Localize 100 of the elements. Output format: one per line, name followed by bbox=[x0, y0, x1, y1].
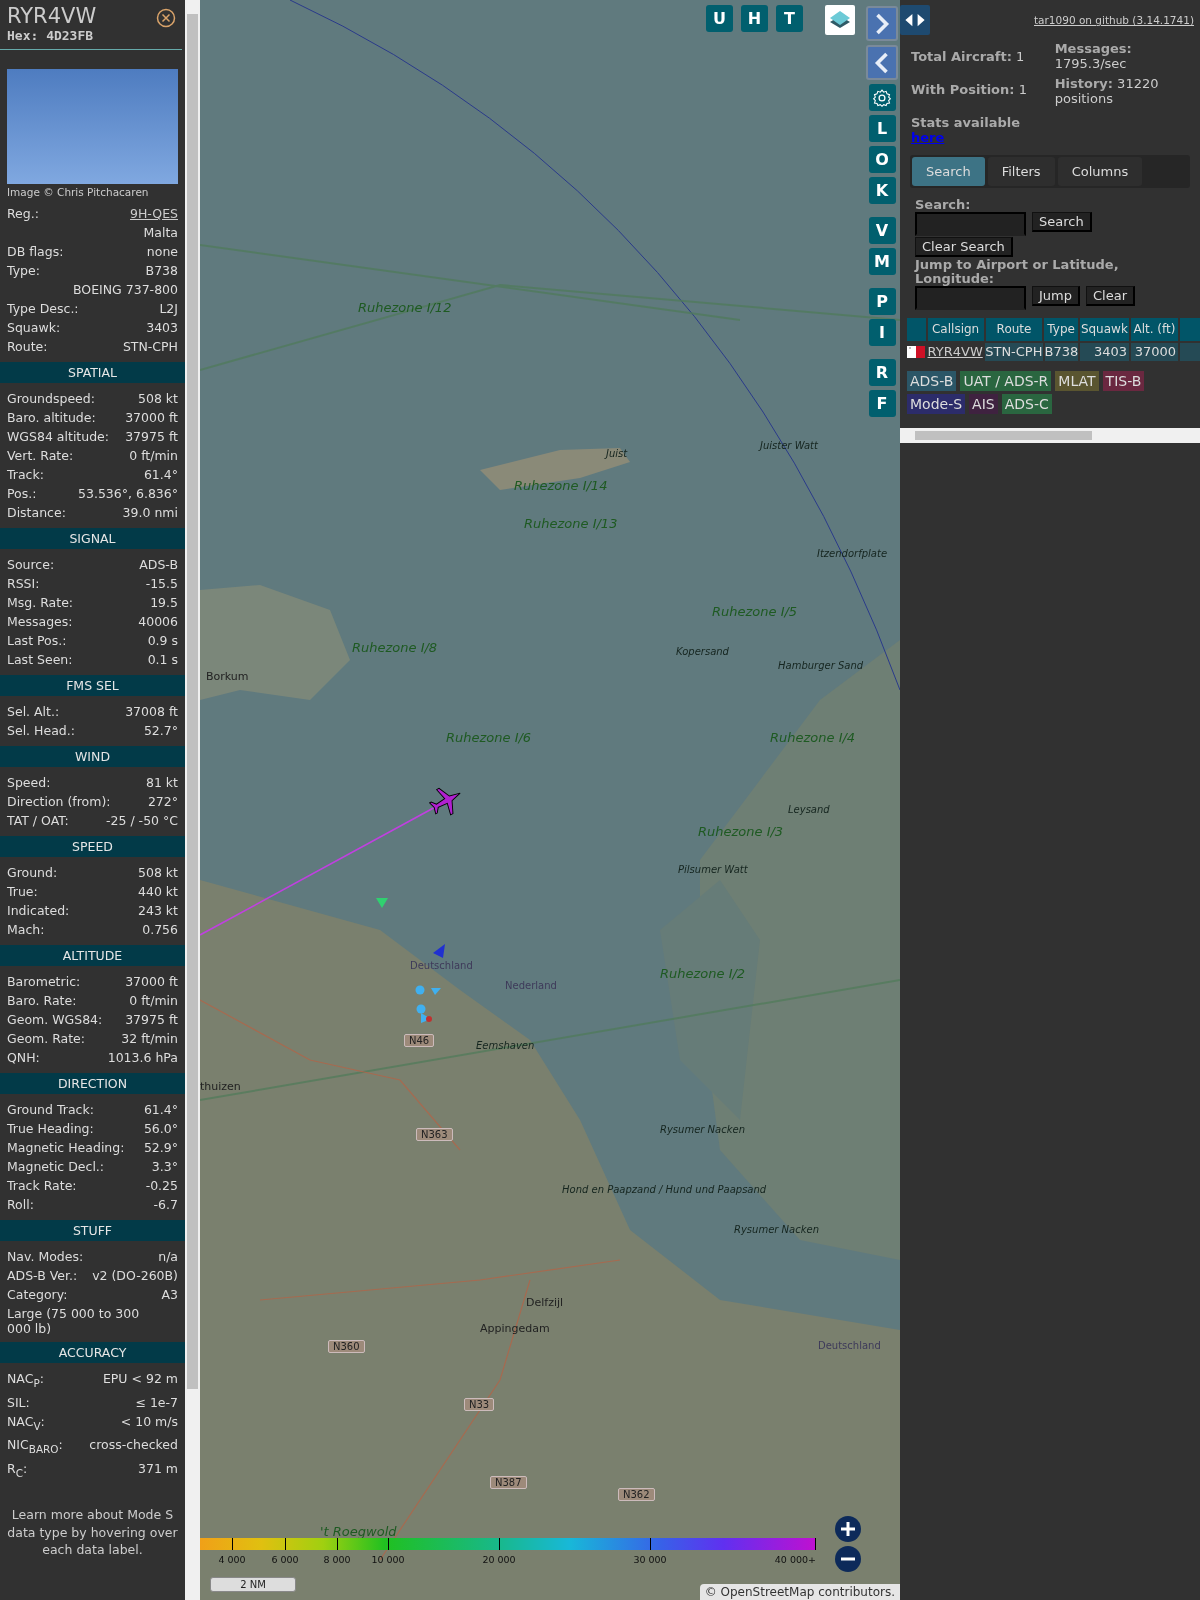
search-field[interactable] bbox=[915, 212, 1026, 236]
map-toggle-button[interactable]: R bbox=[868, 359, 896, 386]
field-value: ≤ 1e-7 bbox=[135, 1393, 178, 1412]
source-legend-tag: ADS-C bbox=[1001, 394, 1052, 414]
map-toggle-button[interactable]: T bbox=[776, 5, 803, 32]
vessel-markers-drawing[interactable] bbox=[415, 985, 441, 1025]
chevron-left-icon bbox=[873, 51, 891, 74]
map-toggle-button[interactable]: F bbox=[868, 390, 896, 417]
field-value: ADS-B bbox=[139, 556, 178, 574]
settings-icon bbox=[872, 87, 892, 108]
road-shield: N362 bbox=[618, 1488, 655, 1501]
clear-button[interactable]: Clear bbox=[1086, 286, 1135, 306]
road-shield: N33 bbox=[464, 1398, 495, 1411]
search-button[interactable]: Search bbox=[1032, 212, 1092, 232]
road-shield: N387 bbox=[490, 1476, 527, 1489]
triangle-marker-icon[interactable] bbox=[376, 897, 388, 909]
place-label: Juister Watt bbox=[760, 440, 818, 451]
map-toggle-button[interactable]: V bbox=[868, 217, 896, 244]
callsign-link[interactable]: RYR4VW bbox=[927, 344, 983, 359]
field-label: Sel. Head.: bbox=[7, 722, 75, 740]
field-label: Magnetic Heading: bbox=[7, 1139, 125, 1157]
tab[interactable]: Search bbox=[912, 157, 985, 186]
registration-link[interactable]: 9H-QES bbox=[130, 204, 178, 223]
scale-tick-label: 30 000 bbox=[633, 1554, 667, 1565]
zone-label: Ruhezone I/5 bbox=[712, 604, 798, 619]
column-header[interactable]: Route bbox=[985, 318, 1043, 341]
field-value: 272° bbox=[147, 793, 178, 811]
layers-button[interactable] bbox=[825, 5, 855, 35]
photo-credit: Image © Chris Pitchacaren bbox=[6, 185, 150, 198]
map-toggle-button[interactable]: U bbox=[706, 5, 733, 32]
source-legend-tag: ADS-B bbox=[907, 371, 957, 391]
github-link[interactable]: tar1090 on github (3.14.1741) bbox=[1034, 14, 1194, 26]
field-value: 243 kt bbox=[138, 902, 178, 920]
field-value: 37975 ft bbox=[125, 428, 178, 446]
map-toggle-button[interactable]: K bbox=[868, 177, 896, 204]
horizontal-scrollbar[interactable] bbox=[900, 428, 1200, 443]
toggle-panel-button[interactable] bbox=[900, 5, 930, 35]
field-value: 3.3° bbox=[151, 1158, 178, 1176]
field-value: B738 bbox=[145, 262, 178, 280]
column-header[interactable]: Callsign bbox=[927, 318, 984, 341]
zoom-out-icon[interactable] bbox=[835, 1546, 861, 1572]
column-header[interactable]: Squawk bbox=[1079, 318, 1129, 341]
field-value: 508 kt bbox=[138, 864, 178, 882]
map-toggle-button[interactable]: O bbox=[868, 146, 896, 173]
table-cell: STN-CPH bbox=[985, 343, 1043, 361]
zone-label: Ruhezone I/2 bbox=[660, 966, 746, 981]
settings-button[interactable] bbox=[868, 84, 896, 111]
field-value: 52.9° bbox=[143, 1139, 178, 1157]
field-value: 0.756 bbox=[142, 921, 178, 939]
triangle-marker-icon[interactable] bbox=[433, 944, 445, 958]
close-icon[interactable] bbox=[156, 8, 176, 28]
map-toggle-button[interactable]: L bbox=[868, 115, 896, 142]
field-label: Indicated: bbox=[7, 902, 70, 920]
jump-button[interactable]: Jump bbox=[1032, 286, 1080, 306]
column-header[interactable]: Type bbox=[1044, 318, 1078, 341]
clear-search-button[interactable]: Clear Search bbox=[915, 237, 1013, 257]
expand-button[interactable] bbox=[866, 6, 898, 41]
field-value: none bbox=[146, 243, 178, 261]
tab[interactable]: Columns bbox=[1057, 157, 1143, 186]
column-header[interactable]: Alt. (ft) bbox=[1130, 318, 1178, 341]
zone-label: Ruhezone I/4 bbox=[770, 730, 856, 745]
field-value: < 10 m/s bbox=[120, 1412, 178, 1431]
field-label: Distance: bbox=[7, 504, 66, 522]
field-label: Sel. Alt.: bbox=[7, 703, 60, 721]
field-label: Type: bbox=[7, 262, 40, 280]
zone-label: Ruhezone I/14 bbox=[514, 478, 608, 493]
field-value: v2 (DO-260B) bbox=[92, 1267, 178, 1285]
map-toggle-button[interactable]: M bbox=[868, 248, 896, 275]
field-label: Reg.: bbox=[7, 205, 39, 223]
field-value: 508 kt bbox=[138, 390, 178, 408]
field-value: 19.5 bbox=[150, 594, 178, 612]
field-label: RSSI: bbox=[7, 575, 40, 593]
tab[interactable]: Filters bbox=[987, 157, 1055, 186]
section-header: DIRECTION bbox=[0, 1073, 185, 1094]
field-value: 37000 ft bbox=[125, 409, 178, 427]
road-shield: N46 bbox=[404, 1034, 435, 1047]
zoom-in-icon[interactable] bbox=[835, 1516, 861, 1542]
field-label: Ground: bbox=[7, 864, 58, 882]
road-shield: N360 bbox=[328, 1340, 365, 1353]
map-toggle-button[interactable]: H bbox=[741, 5, 768, 32]
field-value: 39.0 nmi bbox=[122, 504, 178, 522]
field-label: Category: bbox=[7, 1286, 68, 1304]
flag-icon bbox=[907, 346, 926, 358]
field-value: 61.4° bbox=[143, 466, 178, 484]
field-label: Track Rate: bbox=[7, 1177, 77, 1195]
field-value: cross-checked bbox=[89, 1436, 178, 1454]
map-attribution: © OpenStreetMap contributors. bbox=[699, 1584, 900, 1600]
zone-label: Ruhezone I/12 bbox=[358, 300, 452, 315]
field-label: Geom. WGS84: bbox=[7, 1011, 103, 1029]
field-label: Last Seen: bbox=[7, 651, 73, 669]
map-toggle-button[interactable]: P bbox=[868, 288, 896, 315]
scrollbar[interactable] bbox=[185, 0, 200, 1600]
section-header: STUFF bbox=[0, 1220, 185, 1241]
field-value: Malta bbox=[143, 225, 178, 240]
jump-field[interactable] bbox=[915, 286, 1026, 310]
field-label: Ground Track: bbox=[7, 1101, 94, 1119]
zone-label: Ruhezone I/13 bbox=[524, 516, 618, 531]
table-header bbox=[1180, 318, 1200, 341]
map-toggle-button[interactable]: I bbox=[868, 319, 896, 346]
collapse-button[interactable] bbox=[866, 45, 898, 80]
